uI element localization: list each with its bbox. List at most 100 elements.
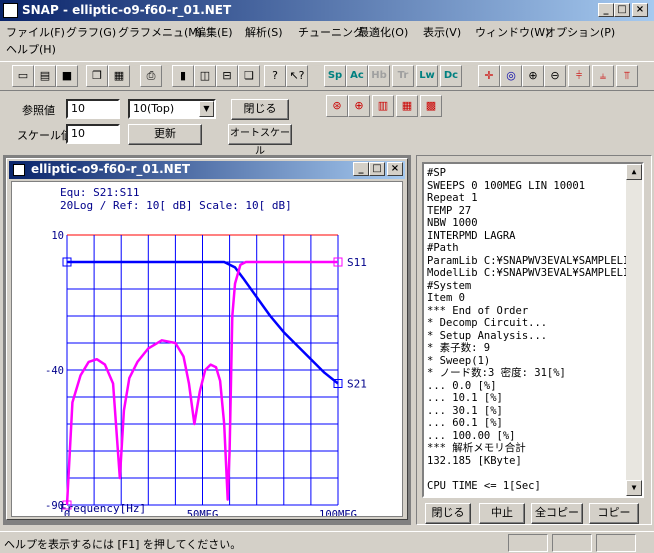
hb-button[interactable]: Hb	[368, 65, 390, 87]
copy-all-button[interactable]: 全コピー	[531, 503, 583, 524]
smith-red-icon[interactable]: ⊛	[326, 95, 348, 117]
marker-clear-icon[interactable]: ⫪	[616, 65, 638, 87]
sparameter-chart[interactable]: Equ: S21:S11 20Log / Ref: 10[ dB] Scale:…	[12, 182, 402, 516]
scale-value-field[interactable]: 10	[66, 124, 120, 144]
open-folder-icon[interactable]: ▤	[34, 65, 56, 87]
tr-button[interactable]: Tr	[392, 65, 414, 87]
rect-grid3-icon[interactable]: ▩	[420, 95, 442, 117]
chart-header-ref-scale: 20Log / Ref: 10[ dB] Scale: 10[ dB]	[60, 199, 292, 212]
menu-help[interactable]: ヘルプ(H)	[6, 41, 56, 57]
window-single-icon[interactable]: ▮	[172, 65, 194, 87]
menu-view[interactable]: 表示(V)	[423, 24, 461, 40]
sp-button[interactable]: Sp	[324, 65, 346, 87]
zoom-out-icon[interactable]: ⊖	[544, 65, 566, 87]
copy-button[interactable]: コピー	[589, 503, 639, 524]
menu-optimize[interactable]: 最適化(O)	[358, 24, 408, 40]
minimize-button[interactable]: _	[598, 3, 614, 17]
menu-options[interactable]: オプション(P)	[545, 24, 615, 40]
status-bar: ヘルプを表示するには [F1] を押してください。	[0, 531, 654, 553]
toolbar: ▭ ▤ ■ ❐ ▦ ⎙ ▮ ◫ ⊟ ❏ ? ↖? Sp Ac Hb Tr Lw …	[0, 61, 654, 91]
log-line: #System	[427, 279, 472, 292]
ref-label: 参照値	[22, 104, 55, 117]
zoom-in-icon[interactable]: ⊕	[522, 65, 544, 87]
log-line: Repeat 1	[427, 192, 478, 204]
series-label-s21: S21	[347, 378, 367, 391]
log-line: * ノード数:3 密度: 31[%]	[427, 367, 566, 379]
scale-panel: 参照値 10 10(Top) ▼ 閉じる スケール値 10 更新 オートスケール…	[0, 91, 654, 157]
log-line: ModelLib C:¥SNAPWV3EVAL¥SAMPLELIB	[427, 267, 636, 279]
update-button[interactable]: 更新	[128, 124, 202, 145]
scroll-up-icon[interactable]: ▲	[626, 164, 642, 180]
menu-graph[interactable]: グラフ(G)	[66, 24, 116, 40]
menu-analysis[interactable]: 解析(S)	[245, 24, 283, 40]
child-close-button[interactable]: ×	[387, 162, 403, 176]
close-button[interactable]: ×	[632, 3, 648, 17]
chart-ticks: 10-40-900 50MEG 100MEG	[45, 230, 357, 516]
log-line: CPU TIME <= 1[Sec]	[427, 479, 541, 492]
tile-horizontal-icon[interactable]: ⊟	[216, 65, 238, 87]
graph-window-titlebar: elliptic-o9-f60-r_01.NET _ □ ×	[9, 161, 405, 179]
log-line: #Path	[427, 242, 459, 254]
context-help-icon[interactable]: ↖?	[286, 65, 308, 87]
menu-window[interactable]: ウィンドウ(W)	[475, 24, 549, 40]
log-line: * Setup Analysis...	[427, 329, 548, 342]
print-icon[interactable]: ⎙	[140, 65, 162, 87]
log-scrollbar[interactable]: ▲ ▼	[626, 164, 642, 496]
ref-select[interactable]: 10(Top) ▼	[128, 99, 216, 119]
log-line: ... 60.1 [%]	[427, 417, 503, 429]
log-line: ... 30.1 [%]	[427, 404, 503, 417]
scroll-down-icon[interactable]: ▼	[626, 480, 642, 496]
x-tick-label: 50MEG	[187, 509, 219, 516]
status-text: ヘルプを表示するには [F1] を押してください。	[4, 538, 242, 551]
crosshair-icon[interactable]: ✛	[478, 65, 500, 87]
log-textbox[interactable]: #SP SWEEPS 0 100MEG LIN 10001 Repeat 1 TEMP…	[422, 162, 644, 498]
log-line: #SP	[427, 167, 446, 179]
plot-area[interactable]: Equ: S21:S11 20Log / Ref: 10[ dB] Scale:…	[11, 181, 403, 517]
y-tick-label: 10	[51, 230, 64, 242]
x-axis-label: Frequency[Hz]	[60, 502, 146, 515]
chart-header-equ: Equ: S21:S11	[60, 186, 139, 199]
lw-button[interactable]: Lw	[416, 65, 438, 87]
dc-button[interactable]: Dc	[440, 65, 462, 87]
ref-value-field[interactable]: 10	[66, 99, 120, 119]
cascade-icon[interactable]: ❏	[238, 65, 260, 87]
help-icon[interactable]: ?	[264, 65, 286, 87]
log-close-button[interactable]: 閉じる	[425, 503, 471, 524]
document-icon	[13, 164, 25, 176]
log-lines: #SP SWEEPS 0 100MEG LIN 10001 Repeat 1 TEMP…	[427, 167, 636, 492]
maximize-button[interactable]: □	[614, 3, 630, 17]
chevron-down-icon[interactable]: ▼	[199, 101, 214, 117]
smith-chart-icon[interactable]: ◎	[500, 65, 522, 87]
polar-red-icon[interactable]: ⊕	[348, 95, 370, 117]
paste-icon[interactable]: ▦	[108, 65, 130, 87]
log-line: TEMP 27	[427, 204, 472, 217]
series-label-s11: S11	[347, 256, 367, 269]
log-line: SWEEPS 0 100MEG LIN 10001	[427, 179, 586, 192]
child-maximize-button[interactable]: □	[369, 162, 385, 176]
rect-grid2-icon[interactable]: ▦	[396, 95, 418, 117]
menu-graph-menu[interactable]: グラフメニュ(M)	[118, 24, 202, 40]
child-minimize-button[interactable]: _	[353, 162, 369, 176]
tile-vertical-icon[interactable]: ◫	[194, 65, 216, 87]
rect-grid-icon[interactable]: ▥	[372, 95, 394, 117]
menu-edit[interactable]: 編集(E)	[195, 24, 233, 40]
marker-delta-icon[interactable]: ⫨	[592, 65, 614, 87]
close-scale-button[interactable]: 閉じる	[231, 99, 289, 120]
title-bar: SNAP - elliptic-o9-f60-r_01.NET _ □ ×	[0, 0, 654, 21]
log-line: Item 0	[427, 292, 465, 304]
save-icon[interactable]: ■	[56, 65, 78, 87]
chart-series: S21 S11	[62, 256, 367, 510]
log-line: ... 0.0 [%]	[427, 379, 497, 392]
status-cell-3	[596, 534, 636, 552]
app-icon	[3, 3, 18, 18]
menu-file[interactable]: ファイル(F)	[6, 24, 65, 40]
ac-button[interactable]: Ac	[346, 65, 368, 87]
autoscale-button[interactable]: オートスケール	[228, 124, 292, 157]
menu-tuning[interactable]: チューニング	[298, 24, 364, 40]
log-line: NBW 1000	[427, 217, 478, 229]
copy-icon[interactable]: ❐	[86, 65, 108, 87]
marker-icon[interactable]: ⫩	[568, 65, 590, 87]
new-file-icon[interactable]: ▭	[12, 65, 34, 87]
log-stop-button[interactable]: 中止	[479, 503, 525, 524]
